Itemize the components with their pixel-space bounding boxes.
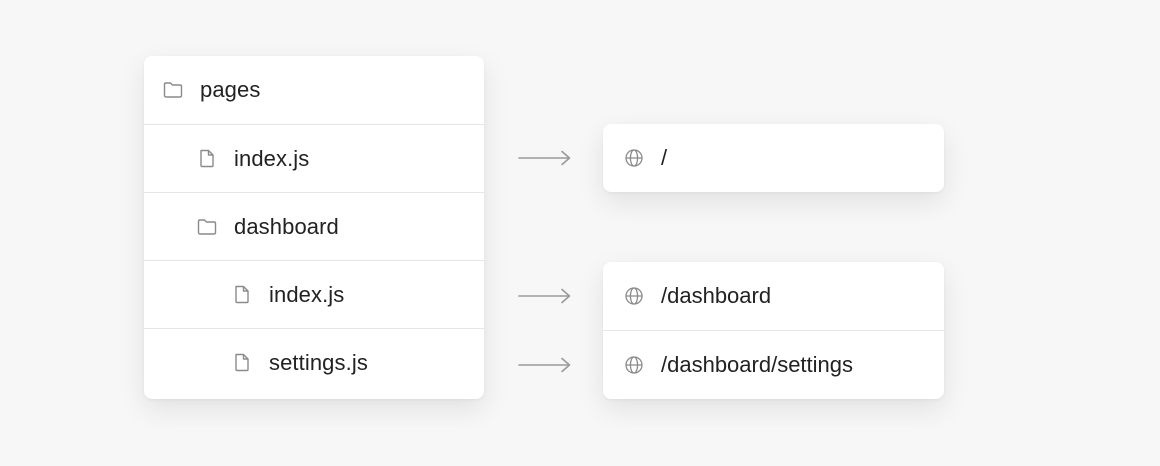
tree-item-dashboard-index-js[interactable]: index.js — [144, 260, 484, 328]
file-icon — [232, 285, 252, 305]
route-label: /dashboard — [661, 283, 772, 308]
route-label: /dashboard/settings — [661, 351, 854, 377]
folder-icon — [163, 80, 183, 100]
folder-icon — [197, 217, 217, 237]
route-card-dashboard: /dashboard /dashboard/settings — [603, 262, 944, 399]
tree-item-label: index.js — [234, 145, 310, 171]
tree-item-label: settings.js — [269, 349, 368, 375]
arrow-right-icon — [518, 150, 571, 166]
file-tree-card: pages index.js dashboard index.js settin… — [144, 56, 484, 399]
route-item-root[interactable]: / — [603, 124, 944, 192]
globe-icon — [624, 148, 644, 168]
tree-item-label: dashboard — [234, 213, 339, 239]
tree-item-dashboard-folder[interactable]: dashboard — [144, 192, 484, 260]
tree-item-pages-folder[interactable]: pages — [144, 56, 484, 124]
route-item-dashboard[interactable]: /dashboard — [603, 262, 944, 330]
globe-icon — [624, 355, 644, 375]
tree-item-label: index.js — [269, 281, 345, 307]
arrow-right-icon — [518, 288, 571, 304]
tree-item-index-js[interactable]: index.js — [144, 124, 484, 192]
route-label: / — [661, 145, 668, 170]
tree-item-settings-js[interactable]: settings.js — [144, 328, 484, 396]
file-icon — [197, 149, 217, 169]
file-icon — [232, 353, 252, 373]
route-item-dashboard-settings[interactable]: /dashboard/settings — [603, 330, 944, 398]
arrow-right-icon — [518, 357, 571, 373]
globe-icon — [624, 286, 644, 306]
tree-item-label: pages — [200, 77, 261, 102]
route-card-root: / — [603, 124, 944, 192]
